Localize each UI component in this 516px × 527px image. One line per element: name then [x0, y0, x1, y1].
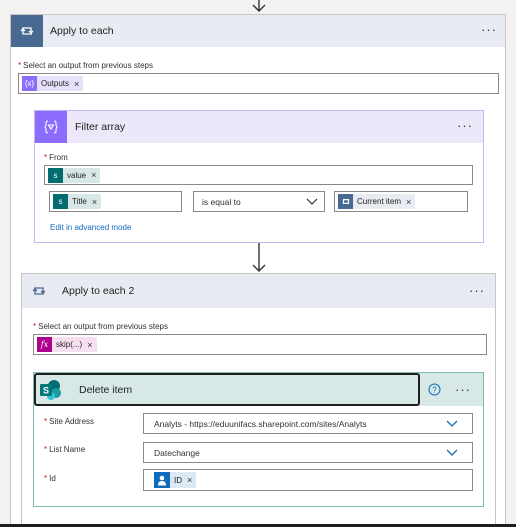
title-token[interactable]: s Title ×: [53, 194, 102, 209]
list-name-select[interactable]: Datechange: [143, 442, 473, 463]
remove-token-icon[interactable]: ×: [74, 79, 79, 89]
apply-to-each-2-header[interactable]: Apply to each 2 ···: [22, 274, 495, 308]
chevron-down-icon: [306, 198, 318, 205]
delete-item-title: Delete item: [79, 383, 133, 396]
loop-icon: [338, 194, 353, 209]
remove-token-icon[interactable]: ×: [91, 170, 96, 180]
value-token[interactable]: s value ×: [48, 167, 101, 183]
fx-icon: fx: [37, 337, 52, 352]
output-input[interactable]: {x} Outputs ×: [18, 73, 499, 94]
more-options-icon[interactable]: ···: [457, 119, 473, 132]
more-options-icon[interactable]: ···: [455, 383, 471, 396]
more-options-icon[interactable]: ···: [469, 284, 485, 297]
site-address-select[interactable]: Analyts - https://eduunifacs.sharepoint.…: [143, 413, 473, 434]
skip-expression-token[interactable]: fx skip(...) ×: [37, 337, 97, 352]
id-token[interactable]: ID ×: [154, 472, 197, 488]
output-label: * Select an output from previous steps: [18, 61, 153, 70]
operator-select[interactable]: is equal to: [193, 191, 325, 212]
connector-arrow-top: [252, 0, 266, 12]
apply-to-each-header[interactable]: Apply to each ···: [11, 15, 505, 47]
output-label: * Select an output from previous steps: [33, 322, 168, 331]
help-icon[interactable]: ?: [428, 383, 441, 396]
output-input[interactable]: fx skip(...) ×: [33, 334, 487, 355]
site-address-label: * Site Address: [44, 417, 95, 426]
current-item-token[interactable]: Current item ×: [338, 194, 416, 209]
filter-array-header[interactable]: Filter array ···: [35, 111, 483, 143]
remove-token-icon[interactable]: ×: [406, 197, 411, 207]
from-input[interactable]: s value ×: [44, 165, 473, 185]
apply-to-each-title: Apply to each: [50, 25, 114, 37]
more-options-icon[interactable]: ···: [481, 23, 497, 36]
apply-to-each-2-title: Apply to each 2: [62, 285, 135, 297]
condition-right-input[interactable]: Current item ×: [334, 191, 468, 212]
variable-icon: {x}: [22, 76, 37, 91]
svg-text:S: S: [43, 385, 49, 395]
remove-token-icon[interactable]: ×: [92, 197, 97, 207]
filter-array-card: Filter array ··· * From s value × s Title…: [34, 110, 484, 243]
filter-icon: [35, 111, 67, 143]
outputs-token[interactable]: {x} Outputs ×: [22, 76, 84, 91]
filter-array-title: Filter array: [75, 121, 126, 133]
loop-icon: [11, 15, 43, 47]
list-name-label: * List Name: [44, 445, 86, 454]
id-input[interactable]: ID ×: [143, 469, 473, 491]
delete-item-header[interactable]: S Delete item ? ···: [34, 373, 483, 406]
from-label: * From: [44, 153, 68, 162]
id-label: * Id: [44, 474, 56, 483]
chevron-down-icon: [446, 420, 458, 427]
edit-advanced-mode-link[interactable]: Edit in advanced mode: [50, 223, 131, 232]
remove-token-icon[interactable]: ×: [87, 340, 92, 350]
sharepoint-icon: s: [53, 194, 68, 209]
condition-left-input[interactable]: s Title ×: [49, 191, 182, 212]
sharepoint-icon: s: [48, 167, 63, 183]
chevron-down-icon: [446, 449, 458, 456]
remove-token-icon[interactable]: ×: [187, 475, 192, 485]
sharepoint-icon: S: [37, 373, 65, 406]
svg-text:?: ?: [432, 385, 437, 394]
person-icon: [154, 472, 170, 488]
delete-item-card: S Delete item ? ··· * Site Address Analyt…: [33, 372, 484, 507]
loop-icon: [22, 274, 56, 308]
connector-arrow-middle: [252, 243, 266, 272]
